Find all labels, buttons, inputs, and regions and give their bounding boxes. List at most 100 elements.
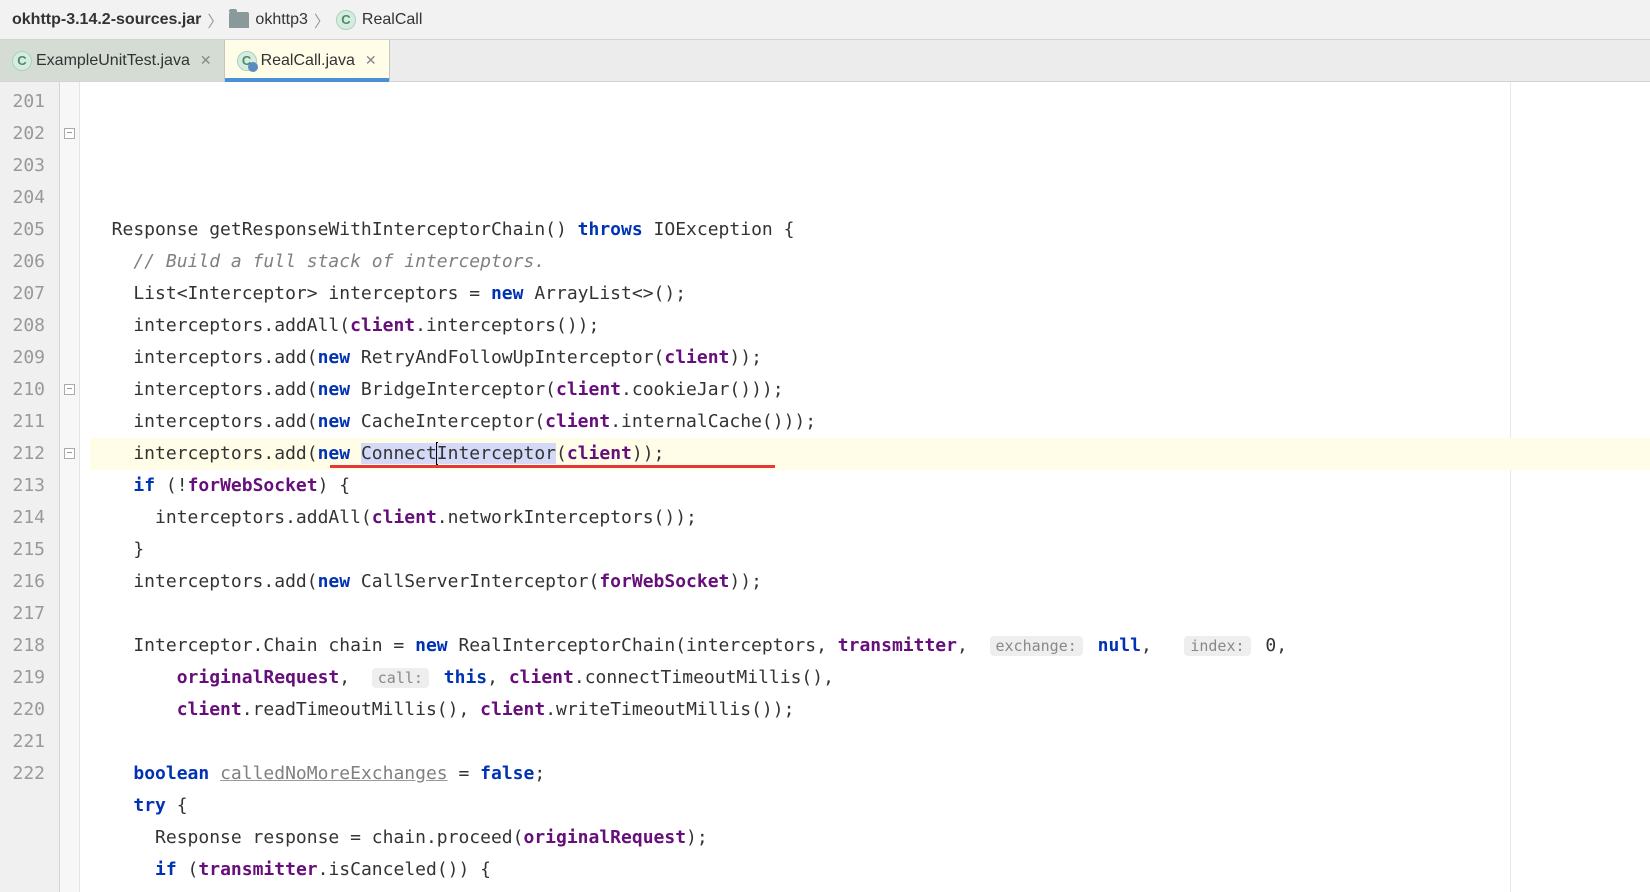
- code-line[interactable]: [90, 726, 1650, 758]
- code-token: [90, 475, 133, 496]
- code-token: [350, 443, 361, 464]
- code-token: new: [318, 379, 351, 400]
- code-line[interactable]: try {: [90, 790, 1650, 822]
- line-number: 220: [0, 694, 59, 726]
- code-token: Response getResponseWithInterceptorChain…: [90, 219, 578, 240]
- fold-toggle[interactable]: −: [64, 128, 75, 139]
- line-number: 216: [0, 566, 59, 598]
- code-token: interceptors.add(: [90, 443, 318, 464]
- code-line[interactable]: if (transmitter.isCanceled()) {: [90, 854, 1650, 886]
- fold-toggle[interactable]: −: [64, 384, 75, 395]
- code-line[interactable]: [90, 598, 1650, 630]
- tab-realcall[interactable]: C RealCall.java ✕: [225, 40, 390, 81]
- code-token: originalRequest: [177, 667, 340, 688]
- code-token: transmitter: [838, 635, 957, 656]
- code-line[interactable]: boolean calledNoMoreExchanges = false;: [90, 758, 1650, 790]
- code-token: (: [556, 443, 567, 464]
- code-line[interactable]: interceptors.add(new BridgeInterceptor(c…: [90, 374, 1650, 406]
- line-number: 213: [0, 470, 59, 502]
- line-number: 209: [0, 342, 59, 374]
- code-line[interactable]: interceptors.add(new CallServerIntercept…: [90, 566, 1650, 598]
- code-area[interactable]: Response getResponseWithInterceptorChain…: [80, 82, 1650, 892]
- code-token: ,: [957, 635, 990, 656]
- code-line[interactable]: List<Interceptor> interceptors = new Arr…: [90, 278, 1650, 310]
- code-token: CacheInterceptor(: [350, 411, 545, 432]
- code-line[interactable]: interceptors.addAll(client.networkInterc…: [90, 502, 1650, 534]
- class-icon: C: [237, 51, 257, 71]
- code-token: ,: [1276, 635, 1287, 656]
- breadcrumb-class[interactable]: C RealCall: [336, 10, 422, 30]
- code-line[interactable]: }: [90, 534, 1650, 566]
- code-token: client: [372, 507, 437, 528]
- code-token: List<Interceptor> interceptors =: [90, 283, 491, 304]
- code-token: {: [166, 795, 188, 816]
- line-number: 204: [0, 182, 59, 214]
- code-line[interactable]: if (!forWebSocket) {: [90, 470, 1650, 502]
- code-token: [90, 795, 133, 816]
- line-number: 201: [0, 86, 59, 118]
- code-line[interactable]: interceptors.add(new ConnectInterceptor(…: [90, 438, 1650, 470]
- breadcrumb-label: okhttp-3.14.2-sources.jar: [12, 11, 201, 29]
- code-token: BridgeInterceptor(: [350, 379, 556, 400]
- breadcrumb-package[interactable]: okhttp3: [229, 11, 307, 29]
- code-token: [433, 667, 444, 688]
- close-icon[interactable]: ✕: [365, 52, 377, 69]
- code-token: ));: [729, 347, 762, 368]
- code-token: (: [177, 859, 199, 880]
- code-line[interactable]: interceptors.add(new RetryAndFollowUpInt…: [90, 342, 1650, 374]
- breadcrumb-label: RealCall: [362, 11, 422, 29]
- tab-label: ExampleUnitTest.java: [36, 52, 190, 70]
- line-number: 215: [0, 534, 59, 566]
- breadcrumb-jar[interactable]: okhttp-3.14.2-sources.jar: [12, 11, 201, 29]
- code-line[interactable]: Response response = chain.proceed(origin…: [90, 822, 1650, 854]
- code-line[interactable]: Response getResponseWithInterceptorChain…: [90, 214, 1650, 246]
- code-token: Connect: [361, 443, 437, 464]
- chevron-right-icon: 〉: [207, 8, 223, 32]
- close-icon[interactable]: ✕: [200, 52, 212, 69]
- code-editor[interactable]: 2012022032042052062072082092102112122132…: [0, 82, 1650, 892]
- code-token: ,: [339, 667, 372, 688]
- code-token: client: [545, 411, 610, 432]
- code-token: IOException {: [643, 219, 795, 240]
- code-line[interactable]: // Build a full stack of interceptors.: [90, 246, 1650, 278]
- line-number: 221: [0, 726, 59, 758]
- folder-icon: [229, 12, 249, 28]
- code-token: ,: [487, 667, 509, 688]
- code-token: [90, 667, 177, 688]
- code-token: client: [556, 379, 621, 400]
- fold-toggle[interactable]: −: [64, 448, 75, 459]
- code-token: .interceptors());: [415, 315, 599, 336]
- code-line[interactable]: interceptors.addAll(client.interceptors(…: [90, 310, 1650, 342]
- code-token: .networkInterceptors());: [437, 507, 697, 528]
- code-token: );: [686, 827, 708, 848]
- code-token: .isCanceled()) {: [318, 859, 491, 880]
- code-line[interactable]: [90, 182, 1650, 214]
- code-line[interactable]: client.readTimeoutMillis(), client.write…: [90, 694, 1650, 726]
- code-token: .internalCache()));: [610, 411, 816, 432]
- code-token: new: [318, 411, 351, 432]
- code-token: try: [133, 795, 166, 816]
- code-line[interactable]: interceptors.add(new CacheInterceptor(cl…: [90, 406, 1650, 438]
- code-token: new: [318, 571, 351, 592]
- code-token: [90, 859, 155, 880]
- line-number: 206: [0, 246, 59, 278]
- code-token: interceptors.addAll(: [90, 507, 372, 528]
- code-token: ,: [1141, 635, 1184, 656]
- code-token: client: [350, 315, 415, 336]
- code-token: forWebSocket: [599, 571, 729, 592]
- class-icon: C: [336, 10, 356, 30]
- code-line[interactable]: originalRequest, call: this, client.conn…: [90, 662, 1650, 694]
- code-token: .writeTimeoutMillis());: [545, 699, 794, 720]
- code-token: RetryAndFollowUpInterceptor(: [350, 347, 664, 368]
- class-icon: C: [12, 51, 32, 71]
- code-token: client: [177, 699, 242, 720]
- code-line[interactable]: Interceptor.Chain chain = new RealInterc…: [90, 630, 1650, 662]
- breadcrumb-label: okhttp3: [255, 11, 307, 29]
- inlay-hint: exchange:: [990, 636, 1083, 656]
- tab-exampleunittest[interactable]: C ExampleUnitTest.java ✕: [0, 40, 225, 81]
- line-number: 210: [0, 374, 59, 406]
- code-token: CallServerInterceptor(: [350, 571, 599, 592]
- code-token: if: [155, 859, 177, 880]
- code-token: interceptors.add(: [90, 347, 318, 368]
- code-token: boolean: [133, 763, 209, 784]
